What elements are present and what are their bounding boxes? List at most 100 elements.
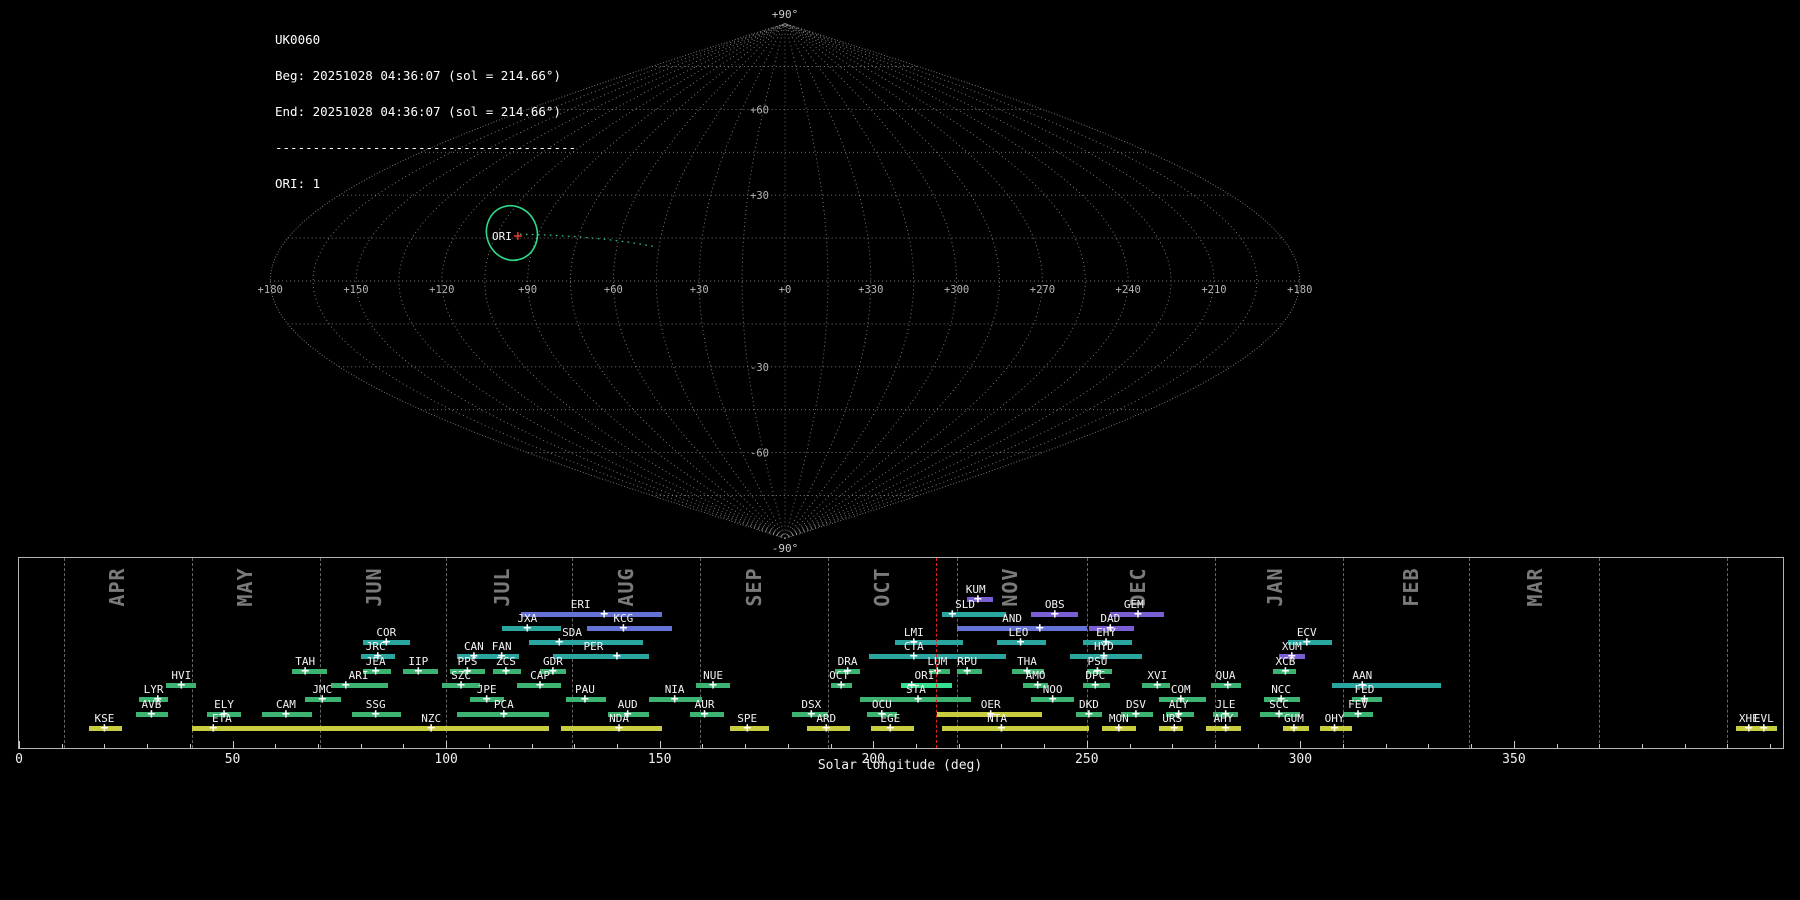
shower-peak-marker-icon: + [497, 648, 506, 664]
shower-peak-marker-icon: + [914, 691, 922, 707]
axis-tick [1556, 744, 1558, 748]
axis-tick [745, 744, 747, 748]
shower-peak-marker-icon: + [1281, 663, 1290, 679]
month-boundary-line [446, 558, 448, 748]
axis-tick [1513, 741, 1515, 748]
lon-label: +60 [604, 284, 623, 296]
lat-label: +30 [750, 190, 769, 202]
shower-peak-marker-icon: + [1360, 691, 1369, 707]
month-label: OCT [869, 567, 894, 607]
shower-peak-marker-icon: + [822, 720, 831, 736]
lon-label: +30 [690, 284, 709, 296]
shower-bar [561, 726, 662, 731]
axis-tick [104, 744, 106, 748]
grid-meridian [698, 23, 786, 539]
shower-peak-marker-icon: + [555, 634, 564, 650]
separator-line: ---------------------------------------- [275, 140, 577, 155]
month-label: MAY [233, 567, 258, 607]
shower-peak-marker-icon: + [909, 634, 918, 650]
axis-tick [830, 744, 832, 748]
axis-tick [1428, 744, 1430, 748]
axis-tick [1385, 744, 1387, 748]
shower-peak-marker-icon: + [1085, 706, 1093, 722]
shower-peak-marker-icon: + [1114, 720, 1123, 736]
shower-peak-marker-icon: + [301, 663, 310, 679]
shower-bar [941, 726, 1089, 731]
month-boundary-line [1727, 558, 1729, 748]
axis-tick [61, 744, 63, 748]
shower-peak-marker-icon: + [220, 706, 228, 722]
shower-peak-marker-icon: + [209, 720, 218, 736]
shower-peak-marker-icon: + [907, 677, 916, 693]
month-boundary-line [956, 558, 958, 748]
lon-label: +150 [343, 284, 368, 296]
shower-peak-marker-icon: + [807, 706, 816, 722]
shower-peak-marker-icon: + [615, 720, 624, 736]
grid-meridian [784, 23, 1215, 539]
shower-peak-marker-icon: + [1153, 677, 1162, 693]
radiant-label: ORI [492, 230, 512, 243]
info-block: UK0060 Beg: 20251028 04:36:07 (sol = 214… [275, 10, 576, 214]
shower-peak-marker-icon: + [619, 620, 628, 636]
shower-peak-marker-icon: + [457, 677, 465, 693]
lon-label: +120 [429, 284, 454, 296]
shower-peak-marker-icon: + [469, 648, 478, 664]
month-label: JAN [1262, 567, 1287, 607]
axis-tick [574, 744, 576, 748]
axis-tick [1300, 741, 1302, 748]
axis-tick [1599, 744, 1601, 748]
shower-peak-marker-icon: + [177, 677, 186, 693]
shower-bar [330, 683, 389, 688]
month-label: MAR [1523, 567, 1548, 607]
lon-label: +300 [944, 284, 969, 296]
radiant-trail [519, 233, 654, 247]
shower-peak-marker-icon: + [463, 663, 472, 679]
shower-peak-marker-icon: + [1099, 648, 1108, 664]
axis-tick [1001, 744, 1003, 748]
shower-peak-marker-icon: + [1221, 720, 1230, 736]
axis-tick [1727, 744, 1729, 748]
shower-peak-marker-icon: + [581, 691, 589, 707]
axis-tick [1044, 744, 1046, 748]
shower-peak-marker-icon: + [963, 663, 972, 679]
shower-peak-marker-icon: + [536, 677, 544, 693]
lon-label: +240 [1116, 284, 1141, 296]
lon-label: +180 [258, 284, 283, 296]
lon-label: +90 [518, 284, 537, 296]
shower-peak-marker-icon: + [1091, 677, 1100, 693]
shower-peak-marker-icon: + [1134, 606, 1142, 622]
axis-tick [1257, 744, 1259, 748]
shower-peak-marker-icon: + [414, 663, 423, 679]
shower-peak-marker-icon: + [837, 677, 846, 693]
month-label: SEP [741, 567, 766, 607]
shower-peak-marker-icon: + [499, 706, 508, 722]
shower-peak-marker-icon: + [743, 720, 752, 736]
axis-tick [787, 744, 789, 748]
shower-bar [552, 654, 649, 659]
grid-meridian [612, 23, 786, 539]
shower-label: SDA [562, 626, 583, 639]
lat-label: -60 [750, 448, 769, 460]
axis-tick [1214, 744, 1216, 748]
shower-peak-marker-icon: + [843, 663, 852, 679]
shower-label: PER [583, 640, 604, 653]
shower-peak-marker-icon: + [1023, 663, 1031, 679]
shower-bar [587, 626, 673, 631]
shower-peak-marker-icon: + [341, 677, 350, 693]
lon-label: +180 [1287, 284, 1312, 296]
shower-peak-marker-icon: + [1093, 663, 1102, 679]
shower-peak-marker-icon: + [1050, 606, 1059, 622]
month-boundary-line [63, 558, 65, 748]
axis-tick [19, 741, 20, 748]
axis-tick [915, 744, 917, 748]
shower-peak-marker-icon: + [427, 720, 436, 736]
axis-tick [403, 744, 405, 748]
shower-peak-marker-icon: + [1290, 720, 1298, 736]
end-line: End: 20251028 04:36:07 (sol = 214.66°) [275, 104, 561, 119]
axis-tick [1343, 744, 1345, 748]
shower-peak-marker-icon: + [973, 591, 982, 607]
shower-peak-marker-icon: + [933, 663, 942, 679]
axis-tick [531, 744, 533, 748]
month-label: FEB [1399, 567, 1424, 607]
shower-label: SLD [955, 598, 975, 611]
